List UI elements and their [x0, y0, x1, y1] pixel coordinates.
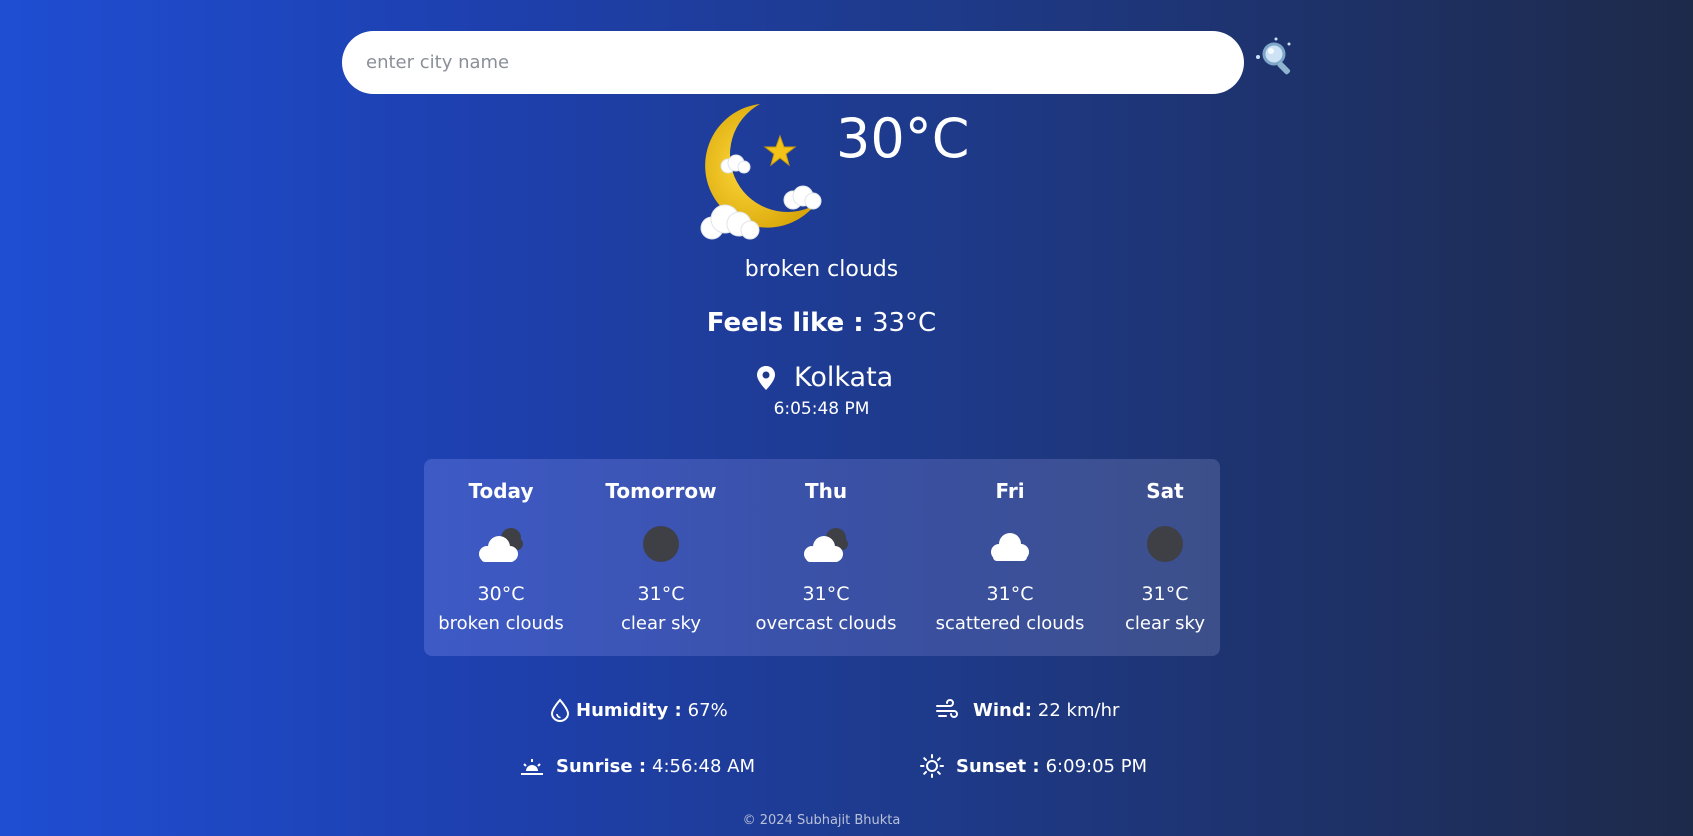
humidity: Humidity : 67% — [548, 698, 728, 722]
wind-value: 22 km/hr — [1037, 699, 1120, 721]
map-pin-icon — [757, 365, 775, 390]
forecast-temp: 31°C — [986, 583, 1034, 605]
forecast-temp: 31°C — [802, 583, 850, 605]
cloud-icon — [991, 533, 1029, 561]
forecast-desc: clear sky — [621, 613, 701, 634]
sunrise: Sunrise : 4:56:48 AM — [520, 754, 755, 778]
feels-like: Feels like : 33°C — [0, 308, 1643, 338]
droplet-icon — [550, 698, 570, 722]
sunrise-label: Sunrise : — [556, 755, 647, 777]
location: Kolkata — [756, 362, 893, 393]
forecast-day-name: Thu — [804, 479, 848, 503]
forecast-temp: 30°C — [477, 583, 525, 605]
wind-label: Wind: — [973, 699, 1032, 721]
current-time: 6:05:48 PM — [773, 399, 870, 419]
weather-description: broken clouds — [744, 257, 899, 282]
feels-like-label: Feels like : — [706, 308, 864, 338]
forecast-panel: Today 30°C broken clouds Tomorrow 31°C c… — [424, 459, 1220, 656]
wind-icon — [936, 699, 958, 718]
search-input[interactable] — [364, 30, 1222, 95]
sunrise-value: 4:56:48 AM — [652, 755, 755, 777]
search-bar — [342, 30, 1244, 95]
forecast-desc: broken clouds — [438, 613, 564, 634]
forecast-day-name: Tomorrow — [605, 479, 717, 503]
forecast-temp: 31°C — [637, 583, 685, 605]
forecast-day-name: Today — [468, 479, 534, 503]
humidity-label: Humidity : — [576, 699, 682, 721]
sunset-label: Sunset : — [956, 755, 1040, 777]
forecast-temp: 31°C — [1141, 583, 1189, 605]
moon-icon — [643, 526, 679, 562]
forecast-desc: overcast clouds — [755, 613, 897, 634]
current-temperature: 30°C — [836, 107, 970, 170]
sunset: Sunset : 6:09:05 PM — [920, 754, 1147, 778]
forecast-desc: clear sky — [1125, 613, 1205, 634]
search-button[interactable] — [1254, 36, 1300, 82]
wind: Wind: 22 km/hr — [935, 698, 1119, 722]
forecast-day-name: Fri — [995, 479, 1025, 503]
sun-icon — [920, 754, 944, 778]
feels-like-value: 33°C — [871, 308, 937, 338]
forecast-desc: scattered clouds — [935, 613, 1085, 634]
moon-icon — [1147, 526, 1183, 562]
forecast-day-name: Sat — [1146, 479, 1184, 503]
cloud-moon-icon — [479, 528, 523, 562]
footer-copyright: © 2024 Subhajit Bhukta — [742, 813, 901, 828]
sunrise-icon — [521, 759, 543, 775]
city-name: Kolkata — [794, 362, 894, 393]
sunset-value: 6:09:05 PM — [1045, 755, 1148, 777]
search-icon — [1256, 37, 1291, 75]
moon-clouds-icon — [690, 100, 826, 240]
cloud-moon-icon — [804, 528, 848, 562]
humidity-value: 67% — [687, 699, 728, 721]
